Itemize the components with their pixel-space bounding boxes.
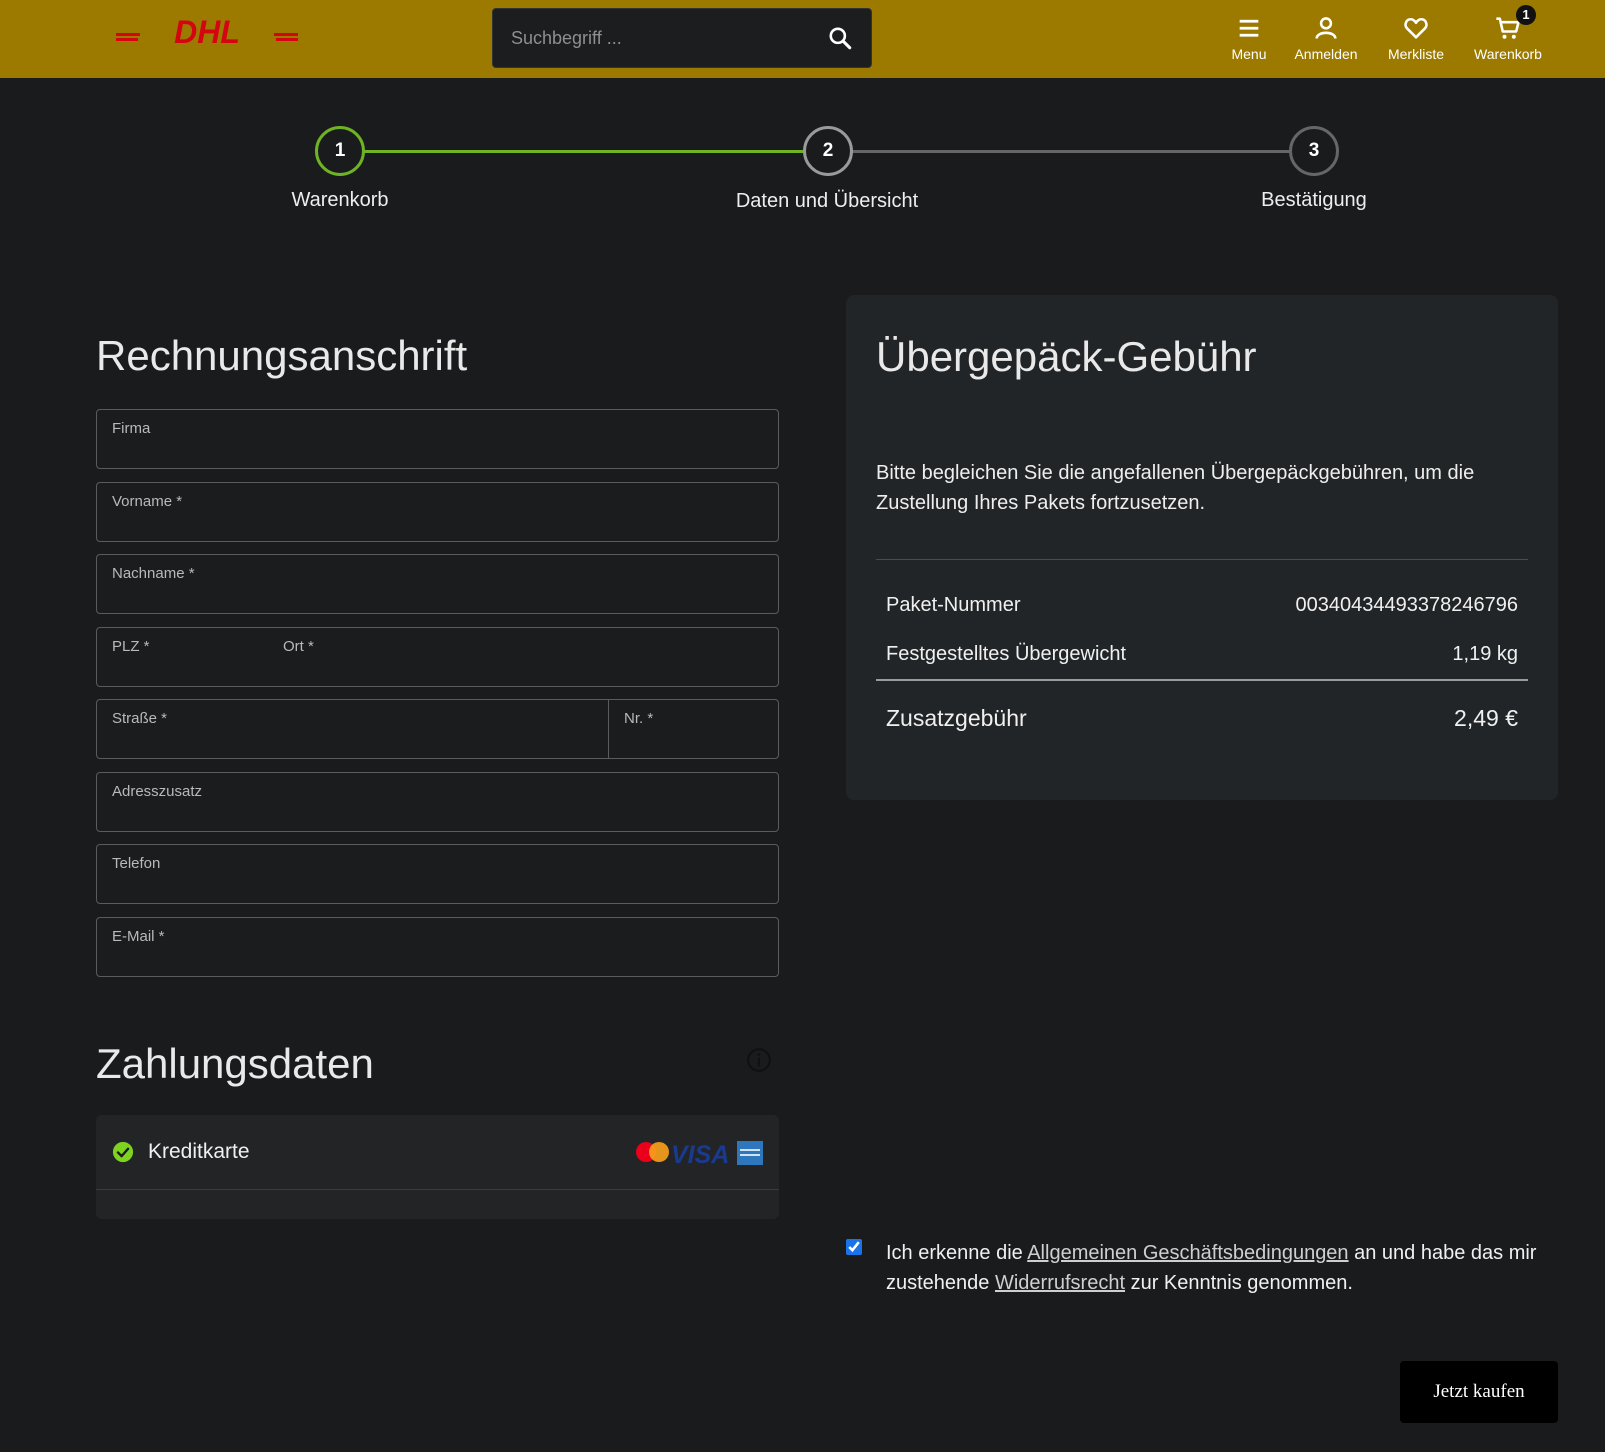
summary-row-paket-nummer: Paket-Nummer 00340434493378246796 — [886, 594, 1518, 617]
nachname-field[interactable]: Nachname * — [96, 554, 779, 614]
mastercard-icon — [636, 1142, 669, 1162]
plz-label: PLZ * — [112, 638, 150, 655]
svg-text:DHL: DHL — [174, 18, 240, 46]
step-3-label: Bestätigung — [1261, 189, 1367, 211]
paket-nummer-value: 00340434493378246796 — [1295, 594, 1518, 616]
adresszusatz-field[interactable]: Adresszusatz — [96, 772, 779, 832]
step-1-label[interactable]: Warenkorb — [210, 189, 470, 212]
strasse-label: Straße * — [112, 710, 168, 727]
heart-icon — [1404, 17, 1428, 39]
widerrufsrecht-link[interactable]: Widerrufsrecht — [995, 1272, 1125, 1294]
step-2-circle: 2 — [803, 126, 853, 176]
summary-row-uebergewicht: Festgestelltes Übergewicht 1,19 kg — [886, 643, 1518, 666]
dhl-logo[interactable]: DHL — [116, 18, 298, 46]
plz-ort-field: PLZ * Ort * — [96, 627, 779, 687]
payment-options: Kreditkarte VISA — [96, 1115, 779, 1219]
summary-title: Übergepäck-Gebühr — [876, 333, 1257, 380]
nav-login[interactable]: Anmelden — [1292, 12, 1360, 66]
terms-text-part-1: Ich erkenne die — [886, 1242, 1028, 1264]
uebergewicht-label: Festgestelltes Übergewicht — [886, 643, 1127, 665]
check-circle-icon — [112, 1141, 134, 1163]
nav-login-label: Anmelden — [1294, 46, 1358, 62]
summary-row-total: Zusatzgebühr 2,49 € — [886, 705, 1518, 732]
paket-nummer-label: Paket-Nummer — [886, 594, 1021, 616]
email-field[interactable]: E-Mail * — [96, 917, 779, 977]
firma-field[interactable]: Firma — [96, 409, 779, 469]
top-header: DHL Menu Anmelden Merkliste — [0, 0, 1605, 78]
email-input[interactable] — [112, 946, 725, 972]
payment-method-label: Kreditkarte — [148, 1140, 250, 1163]
adresszusatz-input[interactable] — [112, 801, 725, 827]
payment-option-creditcard[interactable]: Kreditkarte VISA — [96, 1115, 779, 1190]
firma-input[interactable] — [112, 438, 725, 464]
telefon-field[interactable]: Telefon — [96, 844, 779, 904]
summary-card: Übergepäck-Gebühr Bitte begleichen Sie d… — [846, 295, 1558, 800]
payment-title: Zahlungsdaten — [96, 1040, 374, 1087]
total-label: Zusatzgebühr — [886, 705, 1027, 731]
agb-link[interactable]: Allgemeinen Geschäftsbedingungen — [1027, 1242, 1348, 1264]
nachname-label: Nachname * — [112, 565, 195, 582]
summary-divider-total — [876, 679, 1528, 681]
nr-input[interactable] — [624, 728, 764, 754]
user-icon — [1315, 17, 1337, 39]
nav-wishlist-label: Merkliste — [1387, 46, 1444, 62]
terms-text-part-3: zur Kenntnis genommen. — [1125, 1272, 1353, 1294]
step-2-label: Daten und Übersicht — [735, 190, 919, 212]
card-logos-icon: VISA — [636, 1141, 763, 1167]
buy-now-button[interactable]: Jetzt kaufen — [1400, 1361, 1558, 1423]
info-icon[interactable] — [746, 1047, 772, 1073]
nav-menu-label: Menu — [1231, 46, 1267, 62]
telefon-input[interactable] — [112, 873, 725, 899]
email-label: E-Mail * — [112, 928, 165, 945]
firma-label: Firma — [112, 420, 151, 437]
nr-label: Nr. * — [624, 710, 654, 727]
menu-icon — [1239, 19, 1259, 37]
adresszusatz-label: Adresszusatz — [112, 783, 203, 800]
terms-checkbox[interactable] — [846, 1239, 862, 1255]
step-3-circle: 3 — [1289, 126, 1339, 176]
uebergewicht-value: 1,19 kg — [1452, 643, 1518, 665]
step-1-circle[interactable]: 1 — [315, 126, 365, 176]
summary-description: Bitte begleichen Sie die angefallenen Üb… — [876, 462, 1475, 514]
nav-cart[interactable]: Warenkorb 1 — [1472, 5, 1544, 66]
vorname-input[interactable] — [112, 511, 725, 537]
ort-label: Ort * — [283, 638, 314, 655]
telefon-label: Telefon — [112, 855, 161, 872]
strasse-nr-divider — [608, 700, 609, 758]
plz-input[interactable] — [112, 656, 262, 682]
visa-icon: VISA — [671, 1141, 729, 1167]
amex-icon — [737, 1141, 763, 1165]
search-box — [492, 8, 872, 68]
terms-text: Ich erkenne die Allgemeinen Geschäftsbed… — [886, 1238, 1566, 1298]
nachname-input[interactable] — [112, 583, 725, 609]
ort-input[interactable] — [283, 656, 763, 682]
search-input[interactable] — [511, 9, 811, 67]
cart-count-badge: 1 — [1516, 5, 1536, 25]
vorname-label: Vorname * — [112, 493, 183, 510]
vorname-field[interactable]: Vorname * — [96, 482, 779, 542]
strasse-input[interactable] — [112, 728, 592, 754]
stepper-progress-line-pending — [852, 150, 1292, 153]
stepper-progress-line-done — [364, 150, 804, 153]
nav-menu[interactable]: Menu — [1226, 12, 1272, 66]
search-icon[interactable] — [827, 25, 853, 51]
nav-wishlist[interactable]: Merkliste — [1385, 12, 1447, 66]
billing-title: Rechnungsanschrift — [96, 332, 468, 379]
strasse-nr-field: Straße * Nr. * — [96, 699, 779, 759]
nav-cart-label: Warenkorb — [1474, 46, 1542, 62]
total-value: 2,49 € — [1454, 705, 1518, 731]
summary-divider-top — [876, 559, 1528, 560]
